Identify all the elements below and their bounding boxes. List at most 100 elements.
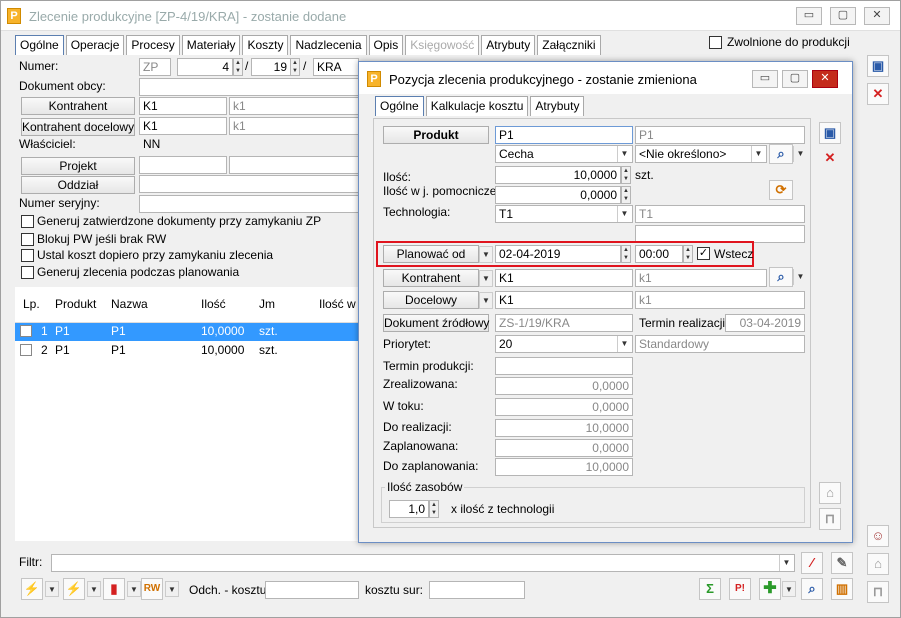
cecha-search-dropdown[interactable]: ▼ <box>793 146 807 162</box>
projekt-button[interactable]: Projekt <box>21 157 135 175</box>
pin-icon[interactable]: ⊓ <box>867 581 889 603</box>
tab-operacje[interactable]: Operacje <box>65 35 125 55</box>
save-icon[interactable]: ▣ <box>867 55 889 77</box>
ilosc-pom-input[interactable]: 0,0000 <box>495 186 621 204</box>
tab-ogolne[interactable]: Ogólne <box>15 35 64 55</box>
year-spinner[interactable]: ▲ ▼ <box>290 58 300 76</box>
sum-icon[interactable]: Σ <box>699 578 721 600</box>
check-generuj-zatwierdzone[interactable] <box>21 215 34 228</box>
dialog-kontrahent-code[interactable]: K1 <box>495 269 633 287</box>
kontrahent-docelowy-button[interactable]: Kontrahent docelowy <box>21 118 135 136</box>
projekt-name[interactable] <box>229 156 359 174</box>
dialog-pin-icon[interactable]: ⊓ <box>819 508 841 530</box>
p-exclaim-icon[interactable]: P! <box>729 578 751 600</box>
search-icon[interactable]: ⌕ <box>801 578 823 600</box>
projekt-code[interactable] <box>139 156 227 174</box>
filtr-dropdown[interactable]: ▼ <box>779 555 793 571</box>
col-lp[interactable]: Lp. <box>23 297 40 311</box>
lightning-green-icon[interactable]: ⚡ <box>63 578 85 600</box>
tab-nadzlecenia[interactable]: Nadzlecenia <box>290 35 367 55</box>
produkt-button[interactable]: Produkt <box>383 126 489 144</box>
book-icon[interactable]: ▮ <box>103 578 125 600</box>
add-icon[interactable]: ✚ <box>759 578 781 600</box>
wstecz-checkbox[interactable]: ✓ <box>697 247 710 260</box>
docelowy-button[interactable]: Docelowy <box>383 291 479 309</box>
dialog-maximize-button[interactable]: ▢ <box>782 70 808 88</box>
planowac-od-button[interactable]: Planować od <box>383 245 479 263</box>
dialog-tab-atrybuty[interactable]: Atrybuty <box>530 96 585 116</box>
dokument-zrodlowy-button[interactable]: Dokument źródłowy <box>383 314 489 332</box>
planowac-time[interactable]: 00:00 <box>635 245 683 263</box>
ilosc-input[interactable]: 10,0000 <box>495 166 621 184</box>
add-dropdown[interactable]: ▼ <box>782 581 796 597</box>
planowac-date-spinner[interactable]: ▲ ▼ <box>621 245 631 263</box>
numer-series[interactable]: KRA <box>313 58 359 76</box>
lock-icon[interactable]: ⌂ <box>867 553 889 575</box>
tab-opis[interactable]: Opis <box>368 35 404 55</box>
numer-spinner[interactable]: ▲ ▼ <box>233 58 243 76</box>
col-ilosc-w[interactable]: Ilość w j <box>319 297 362 311</box>
odch-input[interactable] <box>265 581 359 599</box>
tab-koszty[interactable]: Koszty <box>242 35 289 55</box>
kontrahent-search-dropdown[interactable]: ▼ <box>793 269 807 285</box>
table-row[interactable]: 2 P1 P1 10,0000 szt. <box>15 342 359 360</box>
docelowy-dropdown[interactable]: ▼ <box>479 292 493 309</box>
dialog-minimize-button[interactable]: ▭ <box>752 70 778 88</box>
numer-year[interactable]: 19 <box>251 58 291 76</box>
col-nazwa[interactable]: Nazwa <box>111 297 148 311</box>
lightning-icon[interactable]: ⚡ <box>21 578 43 600</box>
numer-prefix[interactable]: ZP <box>139 58 171 76</box>
dialog-tab-ogolne[interactable]: Ogólne <box>375 96 424 116</box>
lightning-green-dropdown[interactable]: ▼ <box>87 581 101 597</box>
planowac-od-dropdown[interactable]: ▼ <box>479 246 493 263</box>
docelowy-code[interactable]: K1 <box>495 291 633 309</box>
dialog-close-button[interactable]: ✕ <box>812 70 838 88</box>
kosztu-sur-input[interactable] <box>429 581 525 599</box>
dialog-kontrahent-dropdown[interactable]: ▼ <box>479 270 493 287</box>
zwolnione-checkbox[interactable] <box>709 36 722 49</box>
dokument-obcy-input[interactable] <box>139 78 359 96</box>
lightning-dropdown[interactable]: ▼ <box>45 581 59 597</box>
ilosc-pom-spinner[interactable]: ▲ ▼ <box>621 186 631 204</box>
cecha-select[interactable]: Cecha <box>495 145 633 163</box>
planowac-date[interactable]: 02-04-2019 <box>495 245 621 263</box>
rw-icon[interactable]: RW <box>141 578 163 600</box>
ilosc-spinner[interactable]: ▲ ▼ <box>621 166 631 184</box>
col-jm[interactable]: Jm <box>259 297 275 311</box>
oddzial-input[interactable] <box>139 175 359 193</box>
zasoby-spinner[interactable]: ▲ ▼ <box>429 500 439 518</box>
users-icon[interactable]: ☺ <box>867 525 889 547</box>
kontrahent-button[interactable]: Kontrahent <box>21 97 135 115</box>
tab-zalaczniki[interactable]: Załączniki <box>537 35 601 55</box>
clear-filter-icon[interactable]: ⁄ <box>801 552 823 574</box>
table-row[interactable]: 1 P1 P1 10,0000 szt. <box>15 323 359 341</box>
tab-materialy[interactable]: Materiały <box>181 35 241 55</box>
trash-icon[interactable]: ▥ <box>831 578 853 600</box>
book-dropdown[interactable]: ▼ <box>127 581 141 597</box>
numer-num[interactable]: 4 <box>177 58 233 76</box>
zasoby-input[interactable]: 1,0 <box>389 500 429 518</box>
cancel-icon[interactable]: ✕ <box>867 83 889 105</box>
cecha-value[interactable]: <Nie określono> <box>635 145 767 163</box>
close-button[interactable]: ✕ <box>864 7 890 25</box>
col-ilosc[interactable]: Ilość <box>201 297 226 311</box>
oddzial-button[interactable]: Oddział <box>21 176 135 194</box>
termin-produkcji-input[interactable] <box>495 357 633 375</box>
kontrahent-code[interactable]: K1 <box>139 97 227 115</box>
row-checkbox[interactable] <box>20 325 32 337</box>
cecha-value-dropdown[interactable]: ▼ <box>751 146 765 162</box>
tab-ksiegowosc[interactable]: Księgowość <box>405 35 480 55</box>
check-blokuj-pw[interactable] <box>21 233 34 246</box>
tab-procesy[interactable]: Procesy <box>126 35 180 55</box>
tab-atrybuty[interactable]: Atrybuty <box>481 35 536 55</box>
technologia-select[interactable]: T1 <box>495 205 633 223</box>
filtr-input[interactable] <box>51 554 795 572</box>
dialog-kontrahent-button[interactable]: Kontrahent <box>383 269 479 287</box>
technologia-dropdown[interactable]: ▼ <box>617 206 631 222</box>
dialog-tab-kalkulacje[interactable]: Kalkulacje kosztu <box>425 96 529 116</box>
col-produkt[interactable]: Produkt <box>55 297 96 311</box>
priorytet-dropdown[interactable]: ▼ <box>617 336 631 352</box>
produkt-code[interactable]: P1 <box>495 126 633 144</box>
kontrahent-search-icon[interactable]: ⌕ <box>769 267 793 287</box>
refresh-icon[interactable]: ⟳ <box>769 180 793 200</box>
